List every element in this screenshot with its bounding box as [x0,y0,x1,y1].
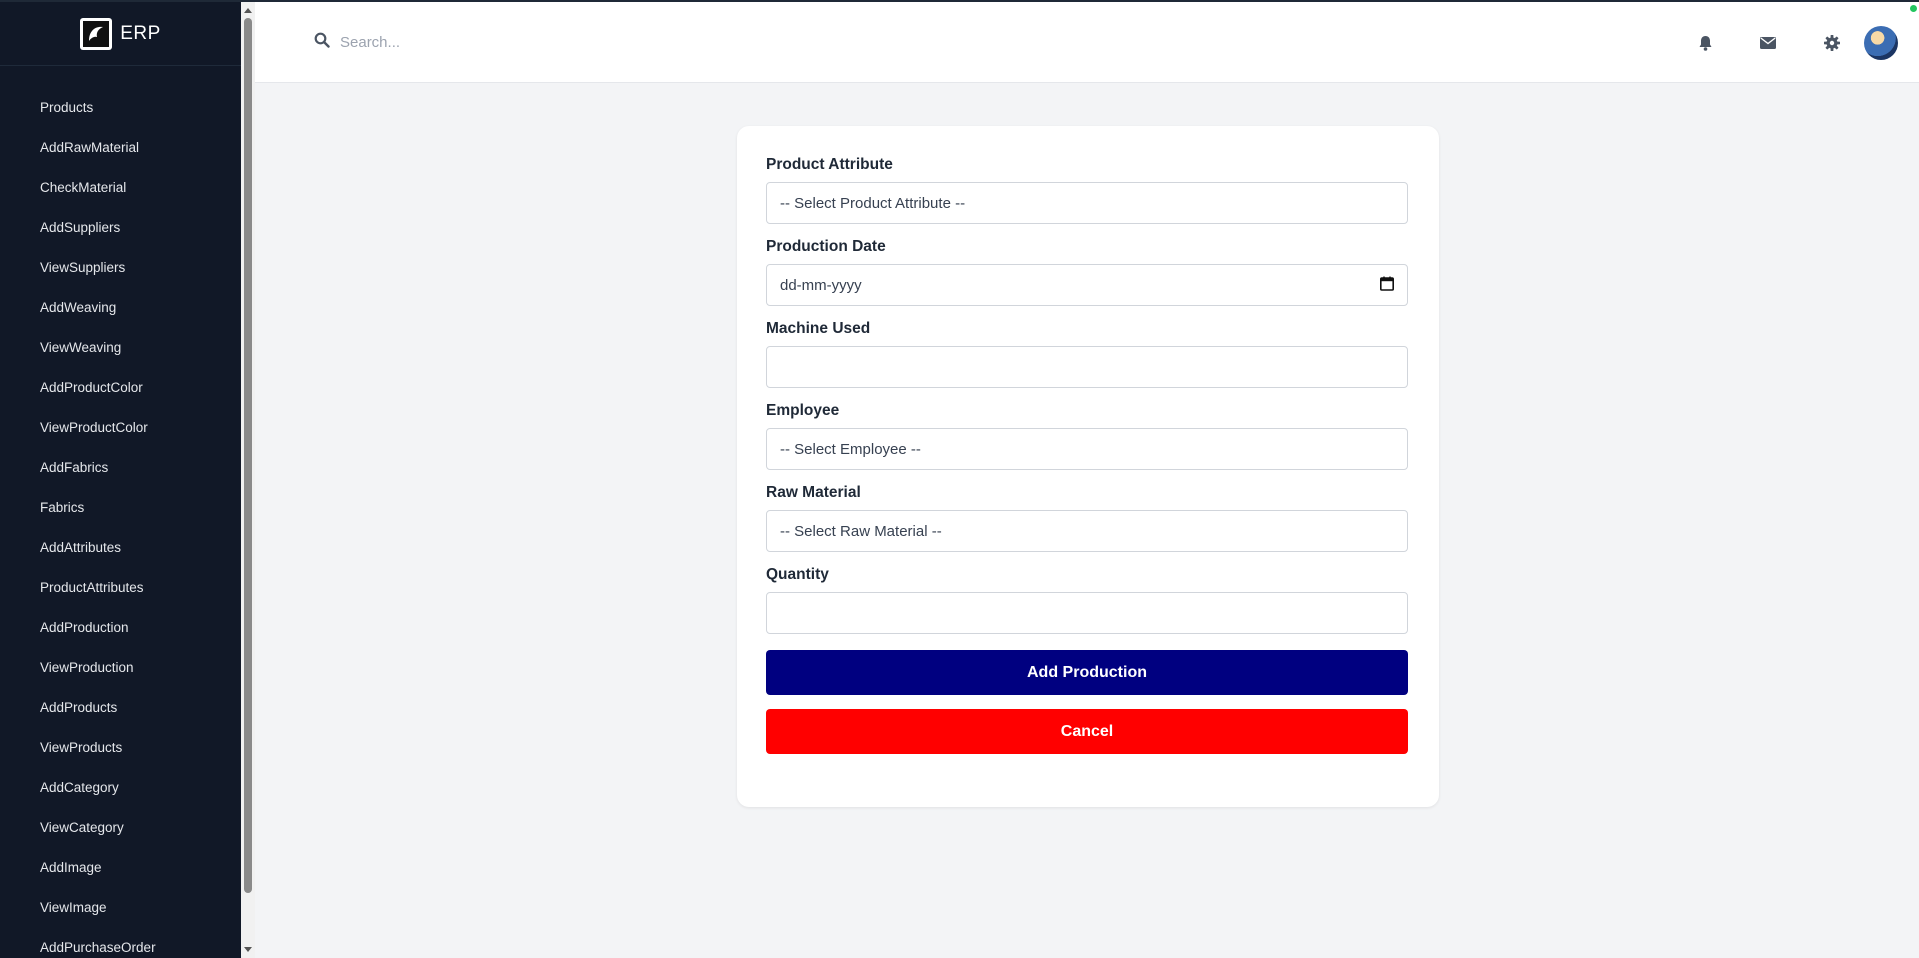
top-header [255,2,1919,83]
brand[interactable]: ERP [0,2,241,66]
field-employee: Employee -- Select Employee -- [766,402,1410,470]
sidebar-item-check-material[interactable]: CheckMaterial [0,168,241,208]
bell-icon[interactable] [1696,34,1714,52]
product-attribute-label: Product Attribute [766,156,893,173]
status-indicator [1910,5,1917,12]
sidebar-item-view-weaving[interactable]: ViewWeaving [0,328,241,368]
sidebar-item-fabrics[interactable]: Fabrics [0,488,241,528]
quantity-label: Quantity [766,566,829,583]
scroll-thumb[interactable] [244,18,252,893]
sidebar-item-add-category[interactable]: AddCategory [0,768,241,808]
envelope-icon[interactable] [1759,34,1777,52]
employee-select[interactable]: -- Select Employee -- [766,428,1408,470]
field-machine-used: Machine Used [766,320,1410,388]
field-production-date: Production Date dd-mm-yyyy [766,238,1410,306]
machine-used-input[interactable] [766,346,1408,388]
sidebar-scrollbar[interactable] [241,2,255,958]
sidebar-item-add-suppliers[interactable]: AddSuppliers [0,208,241,248]
sidebar-item-add-raw-material[interactable]: AddRawMaterial [0,128,241,168]
search-input[interactable] [340,34,740,51]
production-date-label: Production Date [766,238,886,255]
user-avatar[interactable] [1864,26,1898,60]
sidebar-item-add-attributes[interactable]: AddAttributes [0,528,241,568]
calendar-icon[interactable] [1380,276,1394,295]
sidebar-item-add-image[interactable]: AddImage [0,848,241,888]
product-attribute-select[interactable]: -- Select Product Attribute -- [766,182,1408,224]
raw-material-label: Raw Material [766,484,861,501]
field-product-attribute: Product Attribute -- Select Product Attr… [766,156,1410,224]
field-raw-material: Raw Material -- Select Raw Material -- [766,484,1410,552]
add-production-form: Product Attribute -- Select Product Attr… [737,126,1439,807]
sidebar-item-add-purchase-order[interactable]: AddPurchaseOrder [0,928,241,958]
sidebar-item-view-image[interactable]: ViewImage [0,888,241,928]
search-icon [314,32,330,53]
production-date-input[interactable]: dd-mm-yyyy [766,264,1408,306]
product-attribute-value: -- Select Product Attribute -- [780,194,966,212]
quantity-input[interactable] [766,592,1408,634]
gear-icon[interactable] [1823,34,1841,52]
brand-logo-icon [80,17,113,50]
sidebar-item-view-product-color[interactable]: ViewProductColor [0,408,241,448]
add-production-button[interactable]: Add Production [766,650,1408,695]
sidebar-nav: Products AddRawMaterial CheckMaterial AddSu… [0,66,241,958]
scroll-up-arrow-icon[interactable] [244,8,252,13]
sidebar-item-product-attributes[interactable]: ProductAttributes [0,568,241,608]
sidebar-item-add-production[interactable]: AddProduction [0,608,241,648]
cancel-button[interactable]: Cancel [766,709,1408,754]
sidebar-item-add-fabrics[interactable]: AddFabrics [0,448,241,488]
sidebar-item-add-products[interactable]: AddProducts [0,688,241,728]
brand-name: ERP [120,22,161,44]
sidebar-item-products[interactable]: Products [0,88,241,128]
sidebar-item-add-weaving[interactable]: AddWeaving [0,288,241,328]
sidebar-item-view-suppliers[interactable]: ViewSuppliers [0,248,241,288]
sidebar: ERP Products AddRawMaterial CheckMaterial A… [0,2,241,958]
sidebar-item-view-production[interactable]: ViewProduction [0,648,241,688]
field-quantity: Quantity [766,566,1410,634]
production-date-placeholder: dd-mm-yyyy [780,276,862,294]
machine-used-label: Machine Used [766,320,871,337]
sidebar-item-view-category[interactable]: ViewCategory [0,808,241,848]
sidebar-item-add-product-color[interactable]: AddProductColor [0,368,241,408]
raw-material-select[interactable]: -- Select Raw Material -- [766,510,1408,552]
employee-label: Employee [766,402,840,419]
search-bar [314,32,740,53]
raw-material-value: -- Select Raw Material -- [780,522,942,540]
employee-value: -- Select Employee -- [780,440,921,458]
sidebar-item-view-products[interactable]: ViewProducts [0,728,241,768]
scroll-down-arrow-icon[interactable] [244,947,252,952]
